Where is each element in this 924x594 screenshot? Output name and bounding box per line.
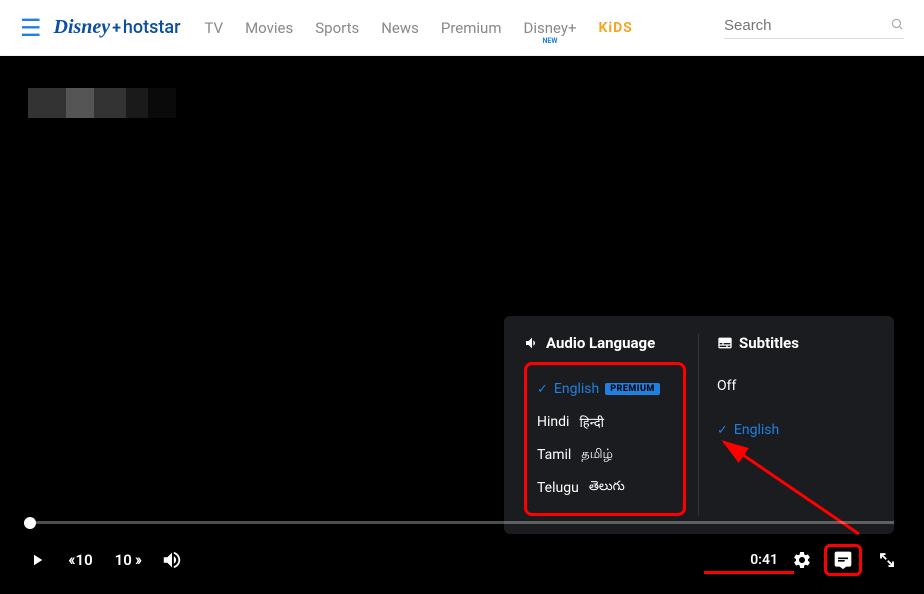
search-input[interactable]: [724, 17, 890, 34]
audio-option-native: తెలుగు: [589, 479, 625, 497]
nav-sports[interactable]: Sports: [315, 19, 359, 37]
rewind-seconds: 10: [76, 551, 93, 569]
nav-kids[interactable]: KiDS: [598, 20, 632, 36]
subtitles-header: Subtitles: [717, 334, 874, 352]
audio-language-column: Audio Language ✓ English PREMIUM Hindi ह…: [524, 334, 699, 516]
audio-option-native: हिन्दी: [579, 413, 604, 431]
time-display: 0:41: [750, 552, 778, 568]
check-icon: ✓: [717, 423, 728, 438]
forward-seconds: 10: [115, 551, 132, 569]
brand-logo[interactable]: Disney + hotstar: [54, 16, 181, 39]
progress-bar[interactable]: [30, 521, 894, 524]
fullscreen-button[interactable]: [878, 551, 896, 569]
top-header: ☰ Disney + hotstar TV Movies Sports News…: [0, 0, 924, 56]
audio-option-english[interactable]: ✓ English PREMIUM: [537, 373, 673, 405]
hamburger-menu-icon[interactable]: ☰: [20, 14, 42, 42]
search-box[interactable]: [724, 16, 904, 39]
player-controls: ‹‹ 10 10 ›› 0:41: [28, 544, 896, 576]
audio-option-label: English: [554, 381, 599, 397]
subtitle-options-list: Off ✓ English: [717, 362, 874, 454]
subtitle-option-off[interactable]: Off: [717, 370, 874, 402]
forward-10-button[interactable]: 10 ››: [115, 550, 139, 570]
play-button[interactable]: [28, 551, 46, 569]
logo-disney: Disney: [54, 16, 111, 39]
audio-option-tamil[interactable]: Tamil தமிழ்: [537, 439, 673, 471]
subtitles-icon: [717, 335, 733, 351]
rewind-chevrons-icon: ‹‹: [68, 550, 73, 570]
main-nav: TV Movies Sports News Premium Disney+ NE…: [204, 19, 724, 37]
nav-disneyplus[interactable]: Disney+ NEW: [523, 19, 576, 37]
logo-plus: +: [112, 18, 121, 37]
audio-option-label: Hindi: [537, 414, 569, 430]
video-player[interactable]: Audio Language ✓ English PREMIUM Hindi ह…: [0, 56, 924, 594]
check-icon: ✓: [537, 382, 548, 397]
nav-news[interactable]: News: [381, 19, 419, 37]
nav-tv[interactable]: TV: [204, 19, 223, 37]
rewind-10-button[interactable]: ‹‹ 10: [68, 550, 93, 570]
nav-premium[interactable]: Premium: [441, 19, 502, 37]
nav-movies[interactable]: Movies: [245, 19, 293, 37]
audio-option-native: தமிழ்: [581, 447, 613, 463]
nav-disneyplus-label: Disney+: [523, 19, 576, 37]
audio-options-list: ✓ English PREMIUM Hindi हिन्दी Tamil தமி…: [524, 362, 686, 516]
progress-knob[interactable]: [24, 517, 36, 529]
audio-language-title: Audio Language: [546, 334, 655, 352]
subtitles-toggle-button[interactable]: [824, 544, 862, 576]
new-badge: NEW: [542, 37, 557, 45]
audio-language-header: Audio Language: [524, 334, 686, 352]
video-title-obscured: [28, 88, 176, 118]
premium-badge: PREMIUM: [605, 383, 660, 395]
logo-hotstar: hotstar: [123, 17, 181, 38]
subtitle-option-english[interactable]: ✓ English: [717, 414, 874, 446]
forward-chevrons-icon: ››: [135, 550, 139, 570]
subtitles-column: Subtitles Off ✓ English: [699, 334, 874, 516]
subtitles-title: Subtitles: [739, 334, 799, 352]
subtitle-option-label: English: [734, 422, 779, 438]
subtitle-option-label: Off: [717, 378, 736, 394]
search-icon[interactable]: [890, 16, 904, 35]
settings-button[interactable]: [792, 550, 812, 570]
audio-option-label: Tamil: [537, 447, 571, 463]
speaker-icon: [524, 335, 540, 351]
volume-button[interactable]: [161, 549, 183, 571]
audio-option-telugu[interactable]: Telugu తెలుగు: [537, 471, 673, 505]
audio-option-hindi[interactable]: Hindi हिन्दी: [537, 405, 673, 439]
audio-option-label: Telugu: [537, 480, 579, 496]
audio-subtitle-popup: Audio Language ✓ English PREMIUM Hindi ह…: [504, 316, 894, 534]
